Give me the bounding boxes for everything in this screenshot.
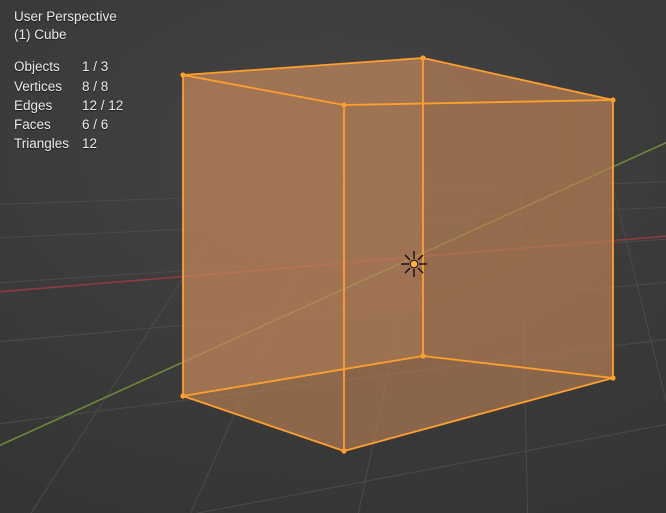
stat-faces-value: 6 / 6 xyxy=(82,116,123,135)
stat-objects-value: 1 / 3 xyxy=(82,58,123,77)
cube-face xyxy=(344,100,613,451)
stat-triangles-value: 12 xyxy=(82,135,123,154)
active-object-label: (1) Cube xyxy=(14,26,123,44)
cube-face xyxy=(183,75,344,451)
viewport-3d[interactable]: User Perspective (1) Cube Objects 1 / 3 … xyxy=(0,0,666,513)
stat-triangles-label: Triangles xyxy=(14,135,82,154)
stat-objects-label: Objects xyxy=(14,58,82,77)
cube-object[interactable] xyxy=(180,55,615,453)
view-perspective-label: User Perspective xyxy=(14,8,123,26)
viewport-overlay: User Perspective (1) Cube Objects 1 / 3 … xyxy=(14,8,123,155)
stat-edges-label: Edges xyxy=(14,97,82,116)
stat-vertices-label: Vertices xyxy=(14,78,82,97)
stat-faces-label: Faces xyxy=(14,116,82,135)
stat-vertices-value: 8 / 8 xyxy=(82,78,123,97)
stat-edges-value: 12 / 12 xyxy=(82,97,123,116)
scene-stats: Objects 1 / 3 Vertices 8 / 8 Edges 12 / … xyxy=(14,58,123,154)
